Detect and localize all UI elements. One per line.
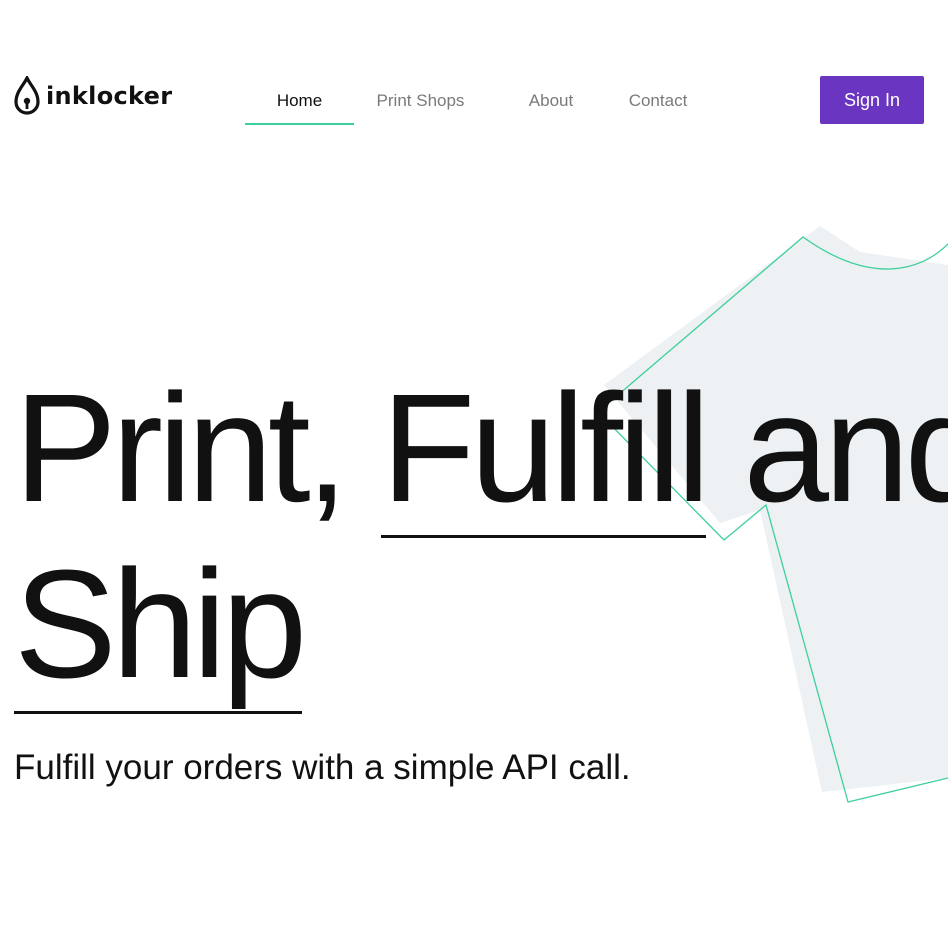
brand-name: inklocker — [46, 82, 173, 110]
ink-drop-lock-icon — [14, 76, 40, 115]
main-nav: Home Print Shops About Contact — [245, 78, 703, 126]
hero-tagline: Fulfill your orders with a simple API ca… — [14, 748, 631, 787]
landing-page: inklocker Home Print Shops About Contact… — [0, 0, 948, 948]
headline-word-fulfill: Fulfill — [381, 362, 711, 538]
nav-contact[interactable]: Contact — [613, 78, 703, 124]
brand-logo[interactable]: inklocker — [14, 76, 172, 116]
headline-word-print: Print, — [14, 362, 348, 534]
nav-home[interactable]: Home — [245, 78, 354, 125]
sign-in-button[interactable]: Sign In — [820, 76, 924, 124]
hero-headline: Print, Fulfill and Ship — [14, 360, 948, 714]
nav-print-shops[interactable]: Print Shops — [357, 78, 484, 124]
headline-word-and: and — [743, 362, 948, 534]
headline-word-ship: Ship — [14, 538, 307, 714]
nav-about[interactable]: About — [514, 78, 588, 124]
